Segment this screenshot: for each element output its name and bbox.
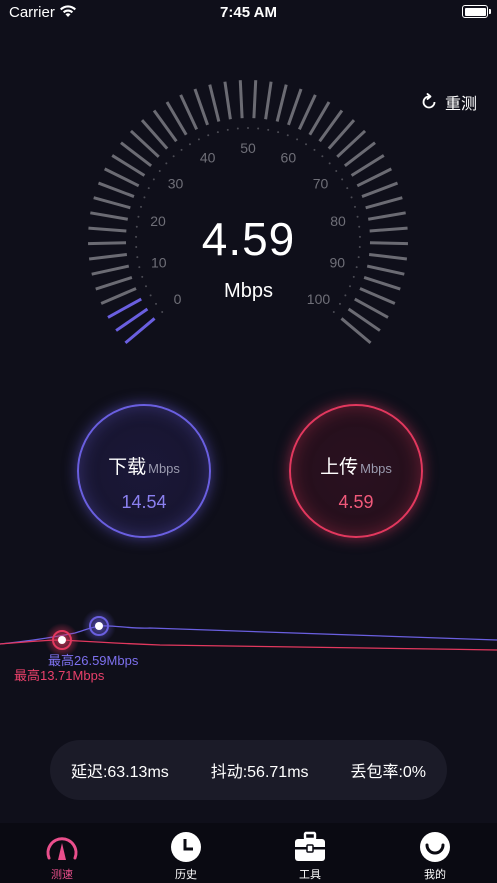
download-value: 14.54: [121, 492, 167, 512]
upload-result-circle: 上传 Mbps 4.59: [289, 404, 423, 538]
gauge-dot: [155, 302, 158, 305]
gauge-dot: [161, 310, 164, 313]
gauge-tick: [287, 88, 303, 126]
upload-value: 4.59: [338, 492, 374, 512]
latency-stat: 延迟:63.13ms: [70, 764, 169, 781]
tab-profile-label: 我的: [424, 869, 446, 881]
tab-speedtest-label: 测速: [51, 869, 73, 881]
gauge-dot: [257, 127, 260, 130]
jitter-stat: 抖动:56.71ms: [210, 764, 309, 781]
gauge-dot: [338, 302, 341, 305]
gauge-scale-label: 40: [200, 149, 216, 165]
tab-profile[interactable]: 我的: [395, 831, 475, 882]
gauge-dot: [147, 187, 150, 190]
tab-speedtest[interactable]: 测速: [22, 831, 102, 882]
gauge-tick: [365, 196, 403, 210]
gauge-scale-label: 50: [240, 140, 256, 156]
gauge-dot: [143, 196, 146, 199]
gauge-dot: [207, 134, 210, 137]
gauge-dot: [277, 131, 280, 134]
gauge-dot: [286, 134, 289, 137]
speed-gauge: 0102030405060708090100: [88, 80, 408, 344]
tab-bar: 测速 历史 工具 我的: [0, 823, 497, 883]
upload-peak-label: 最高13.71Mbps: [14, 668, 105, 683]
gauge-dot: [226, 128, 229, 131]
gauge-tick: [297, 94, 317, 130]
profile-icon: [420, 832, 450, 862]
gauge-tick: [193, 88, 209, 126]
gauge-dot: [138, 266, 141, 269]
gauge-dot: [341, 178, 344, 181]
gauge-tick: [93, 196, 131, 210]
gauge-tick: [223, 81, 232, 120]
gauge-tick: [97, 181, 135, 198]
gauge-tick: [179, 94, 199, 130]
gauge-dot: [350, 196, 353, 199]
gauge-scale-label: 60: [281, 149, 297, 165]
gauge-dot: [352, 275, 355, 278]
tab-tools[interactable]: 工具: [270, 831, 350, 882]
gauge-dot: [180, 148, 183, 151]
gauge-dot: [197, 138, 200, 141]
gauge-dot: [172, 155, 175, 158]
gauge-scale-label: 70: [313, 175, 329, 191]
gauge-dot: [140, 205, 143, 208]
gauge-dot: [335, 170, 338, 173]
tab-tools-label: 工具: [299, 869, 321, 881]
gauge-dot: [158, 170, 161, 173]
gauge-dot: [353, 205, 356, 208]
gauge-tick: [103, 167, 140, 188]
gauge-tick: [275, 84, 288, 122]
gauge-dot: [152, 178, 155, 181]
packet-loss-stat: 丢包率:0%: [350, 764, 427, 781]
gauge-tick: [361, 181, 399, 198]
gauge-dot: [332, 310, 335, 313]
gauge-dot: [165, 162, 168, 165]
download-unit: Mbps: [148, 461, 180, 476]
gauge-tick: [91, 264, 130, 276]
gauge-tick: [264, 81, 273, 120]
gauge-dot: [236, 127, 239, 130]
download-result-circle: 下载 Mbps 14.54: [77, 404, 211, 538]
current-speed-value: 4.59: [201, 213, 296, 265]
download-peak-marker: [82, 609, 116, 643]
gauge-dot: [313, 148, 316, 151]
gauge-dot: [346, 187, 349, 190]
gauge-tick: [208, 84, 221, 122]
tab-history[interactable]: 历史: [146, 831, 226, 882]
gauge-tick: [238, 80, 244, 119]
gauge-dot: [216, 131, 219, 134]
gauge-dot: [141, 275, 144, 278]
upload-unit: Mbps: [360, 461, 392, 476]
upload-label: 上传: [320, 457, 359, 478]
gauge-dot: [267, 128, 270, 131]
clock-icon: [171, 832, 201, 862]
gauge-dot: [355, 266, 358, 269]
speedometer-icon: [46, 837, 78, 860]
tab-history-label: 历史: [175, 869, 197, 881]
gauge-dot: [328, 162, 331, 165]
gauge-dot: [188, 143, 191, 146]
gauge-tick: [356, 167, 393, 188]
download-label: 下载: [108, 457, 147, 478]
current-speed-unit: Mbps: [224, 280, 273, 302]
network-stats-panel: 延迟:63.13ms 抖动:56.71ms 丢包率:0%: [50, 740, 447, 800]
gauge-dot: [247, 127, 249, 129]
gauge-scale-label: 30: [168, 175, 184, 191]
gauge-dot: [296, 138, 299, 141]
gauge-tick: [366, 264, 405, 276]
gauge-dot: [321, 155, 324, 158]
toolbox-icon: [295, 831, 325, 861]
gauge-tick: [252, 80, 258, 119]
gauge-dot: [305, 143, 308, 146]
